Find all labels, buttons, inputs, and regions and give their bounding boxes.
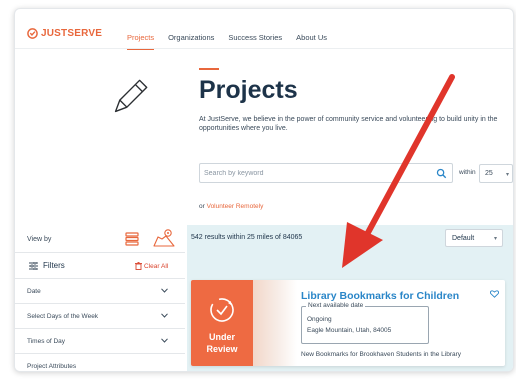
project-thumbnail: Under Review xyxy=(191,280,253,366)
filter-times-of-day[interactable]: Times of Day xyxy=(15,329,185,354)
project-card[interactable]: Under Review Library Bookmarks for Child… xyxy=(191,280,505,366)
trash-icon xyxy=(135,262,142,270)
list-view-icon[interactable] xyxy=(125,232,139,246)
chevron-down-icon: ▾ xyxy=(505,172,509,178)
top-navigation: JUSTSERVE Projects Organizations Success… xyxy=(15,9,513,50)
main-nav: Projects Organizations Success Stories A… xyxy=(127,33,327,50)
search-icon[interactable] xyxy=(436,168,447,179)
volunteer-remotely-link[interactable]: Volunteer Remotely xyxy=(207,203,264,210)
filter-label: Project Attributes xyxy=(27,363,77,370)
chevron-down-icon: ▾ xyxy=(493,236,497,242)
results-panel: 542 results within 25 miles of 84065 Def… xyxy=(187,225,513,371)
project-description: New Bookmarks for Brookhaven Students in… xyxy=(301,351,462,358)
project-title[interactable]: Library Bookmarks for Children xyxy=(301,290,459,302)
pencil-icon xyxy=(114,79,148,113)
results-count: 542 results within 25 miles of 84065 xyxy=(191,234,303,241)
filter-label: Times of Day xyxy=(27,338,66,345)
status-label: Under Review xyxy=(191,331,253,355)
page-title: Projects xyxy=(199,76,298,104)
thumbnail-fade xyxy=(253,280,297,366)
chevron-down-icon xyxy=(161,338,168,343)
nav-about-us[interactable]: About Us xyxy=(296,33,327,42)
title-accent xyxy=(199,68,219,70)
filter-sidebar: View by Filters Clear All Date Select Da… xyxy=(15,225,185,371)
clear-all-label: Clear All xyxy=(144,262,169,270)
logo-icon xyxy=(27,28,38,39)
filter-days-of-week[interactable]: Select Days of the Week xyxy=(15,304,185,329)
remote-prefix: or xyxy=(199,203,205,210)
date-legend: Next available date xyxy=(306,302,366,309)
distance-value: 25 xyxy=(485,170,493,177)
view-by-row: View by xyxy=(15,225,185,253)
clear-all-button[interactable]: Clear All xyxy=(135,262,168,270)
filter-label: Select Days of the Week xyxy=(27,313,99,320)
chevron-down-icon xyxy=(161,288,168,293)
map-view-icon[interactable] xyxy=(153,228,175,248)
heart-icon[interactable] xyxy=(490,290,499,298)
within-label: within xyxy=(459,169,476,176)
filter-date[interactable]: Date xyxy=(15,279,185,304)
filters-header: Filters Clear All xyxy=(15,253,185,279)
status-line-1: Under xyxy=(208,332,235,342)
sort-select[interactable]: Default ▾ xyxy=(445,229,503,247)
status-line-2: Review xyxy=(206,344,238,354)
project-location: Eagle Mountain, Utah, 84005 xyxy=(307,327,392,334)
filters-icon xyxy=(29,262,38,270)
search-box xyxy=(199,163,453,183)
browser-page: JUSTSERVE Projects Organizations Success… xyxy=(14,8,514,372)
date-value: Ongoing xyxy=(307,316,332,323)
view-by-label: View by xyxy=(27,236,52,243)
nav-projects[interactable]: Projects xyxy=(127,33,155,50)
distance-select[interactable]: 25 ▾ xyxy=(479,164,513,183)
next-date-box: Next available date Ongoing Eagle Mounta… xyxy=(301,302,429,344)
intro-text: At JustServe, we believe in the power of… xyxy=(199,116,498,132)
filter-project-attributes[interactable]: Project Attributes xyxy=(15,354,185,371)
volunteer-remotely-line: or Volunteer Remotely xyxy=(199,203,263,210)
nav-success-stories[interactable]: Success Stories xyxy=(228,33,282,42)
sort-value: Default xyxy=(452,235,475,242)
filter-label: Date xyxy=(27,288,41,295)
chevron-down-icon xyxy=(161,313,168,318)
review-icon xyxy=(210,298,234,322)
filters-title: Filters xyxy=(43,261,65,270)
logo-text: JUSTSERVE xyxy=(41,28,103,39)
nav-organizations[interactable]: Organizations xyxy=(168,33,214,42)
justserve-logo[interactable]: JUSTSERVE xyxy=(27,28,102,39)
search-input[interactable] xyxy=(204,167,424,180)
